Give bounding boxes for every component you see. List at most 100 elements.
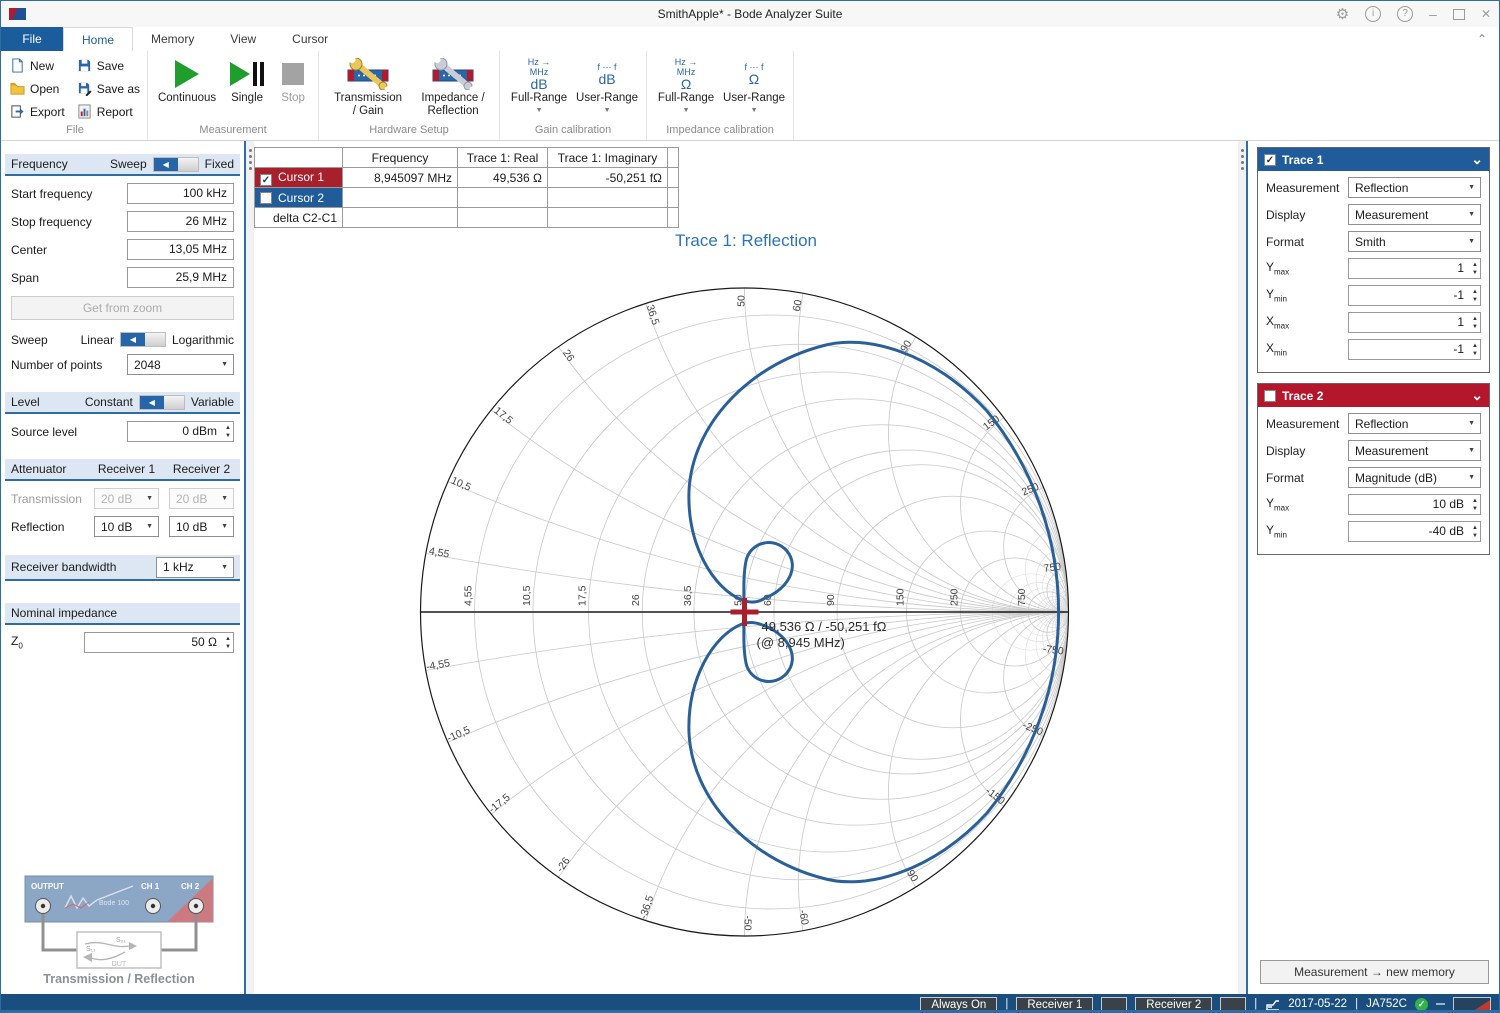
cursor-annotation: 49,536 Ω / -50,251 fΩ [762, 619, 887, 634]
trace1-header[interactable]: ✓ Trace 1 ⌄ [1258, 148, 1489, 171]
calibration-icon [1265, 998, 1280, 1011]
sweep-fixed-toggle[interactable]: ◀ [153, 157, 199, 172]
constant-variable-toggle[interactable]: ◀ [139, 395, 185, 410]
svg-text:-50: -50 [742, 915, 754, 930]
cursor-1-row[interactable]: ✓Cursor 1 8,945097 MHz 49,536 Ω -50,251 … [255, 168, 679, 188]
trace2-ymin-stepper[interactable]: -40 dB▲▼ [1348, 521, 1481, 542]
wrench-silver-icon [430, 58, 476, 90]
reflection-attenuator-2-select[interactable]: 10 dB▼ [169, 516, 234, 537]
collapse-chevron-icon[interactable]: ⌄ [1471, 151, 1483, 168]
ribbon-group-measurement: Continuous Single Stop Measurement [148, 51, 319, 140]
left-splitter[interactable] [246, 141, 254, 994]
trace1-xmax-stepper[interactable]: 1▲▼ [1348, 312, 1481, 333]
gain-user-range-button[interactable]: f ⋯ fdB User-Range ▼ [573, 51, 641, 114]
single-button[interactable]: Single [221, 51, 273, 105]
help-icon[interactable]: ? [1397, 6, 1413, 22]
nominal-impedance-stepper[interactable]: 50 Ω ▲▼ [84, 632, 234, 653]
close-button[interactable]: ✕ [1481, 7, 1491, 21]
tab-file[interactable]: File [1, 27, 63, 51]
always-on-button[interactable]: Always On [920, 997, 997, 1012]
trace1-xmin-stepper[interactable]: -1▲▼ [1348, 339, 1481, 360]
spin-up-icon: ▲ [225, 424, 231, 432]
center-frequency-input[interactable]: 13,05 MHz [127, 239, 234, 260]
stop-button[interactable]: Stop [273, 51, 313, 105]
trace1-display-select[interactable]: Measurement▼ [1348, 204, 1481, 225]
svg-text:26: 26 [630, 594, 642, 606]
gain-full-range-button[interactable]: Hz →MHzdB Full-Range ▼ [505, 51, 573, 114]
tab-memory[interactable]: Memory [133, 27, 212, 51]
trace2-ymax-stepper[interactable]: 10 dB▲▼ [1348, 494, 1481, 515]
measurement-to-memory-button[interactable]: Measurement → new memory [1260, 960, 1489, 984]
trace2-header[interactable]: Trace 2 ⌄ [1258, 384, 1489, 407]
right-splitter[interactable] [1238, 141, 1246, 994]
dropdown-icon[interactable]: ▼ [683, 107, 690, 114]
dropdown-icon[interactable]: ▼ [604, 107, 611, 114]
trace-settings-panel: ✓ Trace 1 ⌄ Measurement Reflection▼ Disp… [1246, 141, 1499, 994]
svg-text:17,5: 17,5 [577, 585, 589, 606]
report-icon [77, 104, 92, 119]
dropdown-icon[interactable]: ▼ [751, 107, 758, 114]
span-input[interactable]: 25,9 MHz [127, 267, 234, 288]
ribbon-group-file: New Save Open Save as Export Report F [3, 51, 148, 140]
transmission-attenuator-1-select[interactable]: 20 dB▼ [94, 488, 159, 509]
smith-chart[interactable]: 4,5510,517,52636,55060901502507504,5510,… [254, 141, 1238, 994]
trace1-format-select[interactable]: Smith▼ [1348, 231, 1481, 252]
receiver2-level-box [1220, 997, 1246, 1012]
open-button[interactable]: Open [8, 80, 67, 97]
save-as-button[interactable]: Save as [75, 80, 142, 97]
application-window: SmithApple* - Bode Analyzer Suite ⚙ i ? … [0, 0, 1500, 1013]
trace1-checkbox[interactable]: ✓ [1264, 154, 1276, 166]
svg-text:-60: -60 [796, 909, 811, 926]
collapse-chevron-icon[interactable]: ⌄ [1471, 387, 1483, 404]
dropdown-icon[interactable]: ▼ [536, 107, 543, 114]
trace1-ymin-stepper[interactable]: -1▲▼ [1348, 285, 1481, 306]
transmission-attenuator-2-select[interactable]: 20 dB▼ [169, 488, 234, 509]
receiver2-button[interactable]: Receiver 2 [1135, 997, 1212, 1012]
svg-text:36,5: 36,5 [682, 585, 694, 606]
chart-area[interactable]: 4,5510,517,52636,55060901502507504,5510,… [254, 141, 1238, 994]
new-button[interactable]: New [8, 57, 67, 74]
impedance-user-range-button[interactable]: f ⋯ fΩ User-Range ▼ [720, 51, 788, 114]
number-of-points-select[interactable]: 2048▼ [127, 354, 234, 375]
trace1-measurement-select[interactable]: Reflection▼ [1348, 177, 1481, 198]
cursor-2-checkbox[interactable] [260, 192, 272, 204]
tab-view[interactable]: View [212, 27, 274, 51]
report-button[interactable]: Report [75, 103, 142, 120]
impedance-reflection-button[interactable]: Impedance /Reflection [412, 51, 494, 118]
info-icon[interactable]: i [1365, 6, 1381, 22]
svg-text:750: 750 [1016, 588, 1028, 606]
dut-label: DUT [112, 961, 127, 968]
continuous-button[interactable]: Continuous [153, 51, 221, 105]
svg-text:-10,5: -10,5 [445, 724, 472, 745]
trace2-format-select[interactable]: Magnitude (dB)▼ [1348, 467, 1481, 488]
source-level-stepper[interactable]: 0 dBm ▲▼ [127, 421, 234, 442]
transmission-gain-button[interactable]: Transmission/ Gain [324, 51, 412, 118]
linear-log-toggle[interactable]: ◀ [120, 332, 166, 347]
tab-cursor[interactable]: Cursor [274, 27, 346, 51]
impedance-full-range-button[interactable]: Hz →MHzΩ Full-Range ▼ [652, 51, 720, 114]
ribbon-collapse-icon[interactable]: ⌃ [1477, 32, 1499, 46]
svg-text:4,55: 4,55 [428, 545, 450, 561]
tab-home[interactable]: Home [63, 27, 133, 51]
stop-frequency-input[interactable]: 26 MHz [127, 211, 234, 232]
trace2-measurement-select[interactable]: Reflection▼ [1348, 413, 1481, 434]
get-from-zoom-button[interactable]: Get from zoom [11, 296, 234, 320]
svg-text:(@ 8,945 MHz): (@ 8,945 MHz) [757, 635, 845, 650]
cursor-1-checkbox[interactable]: ✓ [260, 174, 272, 186]
receiver1-button[interactable]: Receiver 1 [1016, 997, 1093, 1012]
freq-list-db-icon: f ⋯ fdB [598, 62, 617, 87]
start-frequency-input[interactable]: 100 kHz [127, 183, 234, 204]
reflection-attenuator-1-select[interactable]: 10 dB▼ [94, 516, 159, 537]
export-icon [10, 104, 25, 119]
receiver-bandwidth-select[interactable]: 1 kHz▼ [156, 557, 234, 578]
save-button[interactable]: Save [75, 57, 142, 74]
trace2-checkbox[interactable] [1264, 390, 1276, 402]
trace1-ymax-stepper[interactable]: 1▲▼ [1348, 258, 1481, 279]
maximize-button[interactable] [1453, 9, 1465, 20]
hz-mhz-ohm-icon: Hz →MHzΩ [675, 57, 698, 92]
export-button[interactable]: Export [8, 103, 67, 120]
minimize-button[interactable]: – [1429, 9, 1437, 19]
cursor-2-row[interactable]: Cursor 2 [255, 188, 679, 208]
trace2-display-select[interactable]: Measurement▼ [1348, 440, 1481, 461]
settings-gear-icon[interactable]: ⚙ [1336, 5, 1349, 23]
